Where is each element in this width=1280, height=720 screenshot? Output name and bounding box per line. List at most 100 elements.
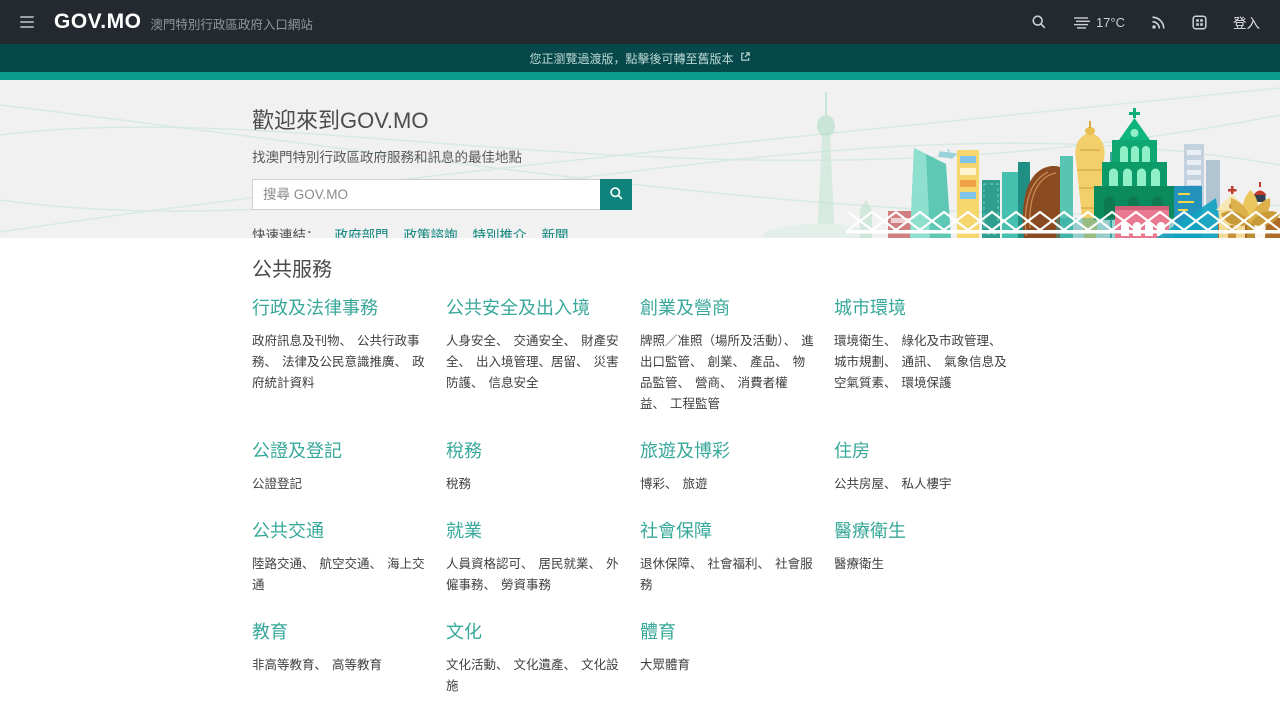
service-category: 文化文化活動、文化遺產、文化設施 <box>446 622 640 697</box>
category-link[interactable]: 非高等教育 <box>252 658 315 672</box>
category-title[interactable]: 旅遊及博彩 <box>640 441 816 462</box>
category-title[interactable]: 公共交通 <box>252 521 428 542</box>
service-category: 體育大眾體育 <box>640 622 834 676</box>
search-button[interactable] <box>600 179 632 210</box>
login-button[interactable]: 登入 <box>1233 12 1260 32</box>
category-link[interactable]: 居民就業 <box>539 557 589 571</box>
category-title[interactable]: 體育 <box>640 622 816 643</box>
quick-link[interactable]: 特別推介 <box>473 224 527 238</box>
separator: 、 <box>395 355 408 369</box>
version-notice-text: 您正瀏覽過渡版，點擊後可轉至舊版本 <box>529 50 733 67</box>
version-notice-bar[interactable]: 您正瀏覽過渡版，點擊後可轉至舊版本 <box>0 44 1280 72</box>
weather-widget[interactable]: 17°C <box>1073 15 1125 30</box>
separator: 、 <box>484 578 497 592</box>
separator: 、 <box>653 397 666 411</box>
category-link[interactable]: 大眾體育 <box>640 658 690 672</box>
rss-icon[interactable] <box>1151 15 1166 30</box>
service-category: 社會保障退休保障、社會福利、社會服務 <box>640 521 834 596</box>
site-search-form <box>252 179 632 210</box>
category-title[interactable]: 城市環境 <box>834 298 1010 319</box>
section-title: 公共服務 <box>252 258 1028 282</box>
quick-link[interactable]: 新聞 <box>542 224 569 238</box>
category-title[interactable]: 公共安全及出入境 <box>446 298 622 319</box>
service-category: 行政及法律事務政府訊息及刊物、公共行政事務、法律及公民意識推廣、政府統計資料 <box>252 298 446 394</box>
lotus-sculpture <box>1221 190 1280 238</box>
quick-links-label: 快速連結： <box>252 224 320 238</box>
category-title[interactable]: 文化 <box>446 622 622 643</box>
category-link[interactable]: 醫療衛生 <box>834 557 884 571</box>
category-link[interactable]: 法律及公民意識推廣 <box>282 355 395 369</box>
category-link[interactable]: 陸路交通 <box>252 557 302 571</box>
separator: 、 <box>589 557 602 571</box>
guia-lighthouse <box>1253 182 1267 238</box>
category-link[interactable]: 產品 <box>750 355 775 369</box>
separator: 、 <box>733 355 746 369</box>
separator: 、 <box>496 658 509 672</box>
category-link[interactable]: 牌照／准照（場所及活動） <box>640 334 784 348</box>
separator: 、 <box>690 557 703 571</box>
search-input[interactable] <box>252 179 600 210</box>
separator: 、 <box>370 557 383 571</box>
category-link[interactable]: 出入境管理、居留 <box>476 355 576 369</box>
category-link[interactable]: 人員資格認可 <box>446 557 521 571</box>
separator: 、 <box>784 334 797 348</box>
category-link[interactable]: 營商 <box>695 376 720 390</box>
category-title[interactable]: 行政及法律事務 <box>252 298 428 319</box>
category-link[interactable]: 城市規劃 <box>834 355 884 369</box>
category-link[interactable]: 環境衛生 <box>834 334 884 348</box>
category-title[interactable]: 社會保障 <box>640 521 816 542</box>
category-title[interactable]: 醫療衛生 <box>834 521 1010 542</box>
separator: 、 <box>459 355 472 369</box>
category-link[interactable]: 旅遊 <box>683 477 708 491</box>
category-links: 大眾體育 <box>640 655 816 676</box>
hero-subtitle: 找澳門特別行政區政府服務和訊息的最佳地點 <box>252 146 672 166</box>
category-link[interactable]: 稅務 <box>446 477 471 491</box>
category-link[interactable]: 文化遺產 <box>514 658 564 672</box>
category-link[interactable]: 通訊 <box>902 355 927 369</box>
govmo-logo[interactable]: GOV.MO <box>54 10 141 34</box>
category-title[interactable]: 教育 <box>252 622 428 643</box>
category-link[interactable]: 文化活動 <box>446 658 496 672</box>
category-title[interactable]: 就業 <box>446 521 622 542</box>
category-title[interactable]: 住房 <box>834 441 1010 462</box>
category-title[interactable]: 創業及營商 <box>640 298 816 319</box>
category-link[interactable]: 創業 <box>708 355 733 369</box>
category-links: 政府訊息及刊物、公共行政事務、法律及公民意識推廣、政府統計資料 <box>252 331 428 394</box>
category-link[interactable]: 退休保障 <box>640 557 690 571</box>
quick-link[interactable]: 政策諮詢 <box>404 224 458 238</box>
plane-silhouette <box>939 149 956 158</box>
ruins-of-st-paul <box>1094 108 1175 220</box>
services-grid: 行政及法律事務政府訊息及刊物、公共行政事務、法律及公民意識推廣、政府統計資料公共… <box>252 298 1028 720</box>
category-links: 公證登記 <box>252 474 428 495</box>
category-links: 公共房屋、私人樓宇 <box>834 474 1010 495</box>
category-link[interactable]: 環境保護 <box>902 376 952 390</box>
service-category: 教育非高等教育、高等教育 <box>252 622 446 676</box>
category-link[interactable]: 公共房屋 <box>834 477 884 491</box>
service-category: 公共交通陸路交通、航空交通、海上交通 <box>252 521 446 596</box>
category-links: 稅務 <box>446 474 622 495</box>
category-link[interactable]: 交通安全 <box>514 334 564 348</box>
category-link[interactable]: 社會福利 <box>708 557 758 571</box>
search-icon[interactable] <box>1031 14 1047 30</box>
quick-link[interactable]: 政府部門 <box>335 224 389 238</box>
church <box>1216 186 1248 238</box>
category-link[interactable]: 人身安全 <box>446 334 496 348</box>
menu-hamburger-icon[interactable] <box>20 16 34 28</box>
category-title[interactable]: 稅務 <box>446 441 622 462</box>
category-link[interactable]: 工程監管 <box>670 397 720 411</box>
category-link[interactable]: 航空交通 <box>320 557 370 571</box>
separator: 、 <box>989 334 1002 348</box>
category-link[interactable]: 私人樓宇 <box>902 477 952 491</box>
mobile-apps-icon[interactable] <box>1192 15 1207 30</box>
category-link[interactable]: 高等教育 <box>332 658 382 672</box>
category-link[interactable]: 政府訊息及刊物 <box>252 334 340 348</box>
category-link[interactable]: 公證登記 <box>252 477 302 491</box>
separator: 、 <box>884 376 897 390</box>
category-title[interactable]: 公證及登記 <box>252 441 428 462</box>
category-links: 退休保障、社會福利、社會服務 <box>640 554 816 596</box>
category-link[interactable]: 博彩 <box>640 477 665 491</box>
public-services-section: 公共服務 行政及法律事務政府訊息及刊物、公共行政事務、法律及公民意識推廣、政府統… <box>252 238 1028 720</box>
category-link[interactable]: 信息安全 <box>489 376 539 390</box>
category-link[interactable]: 綠化及市政管理 <box>902 334 990 348</box>
category-link[interactable]: 勞資事務 <box>501 578 551 592</box>
